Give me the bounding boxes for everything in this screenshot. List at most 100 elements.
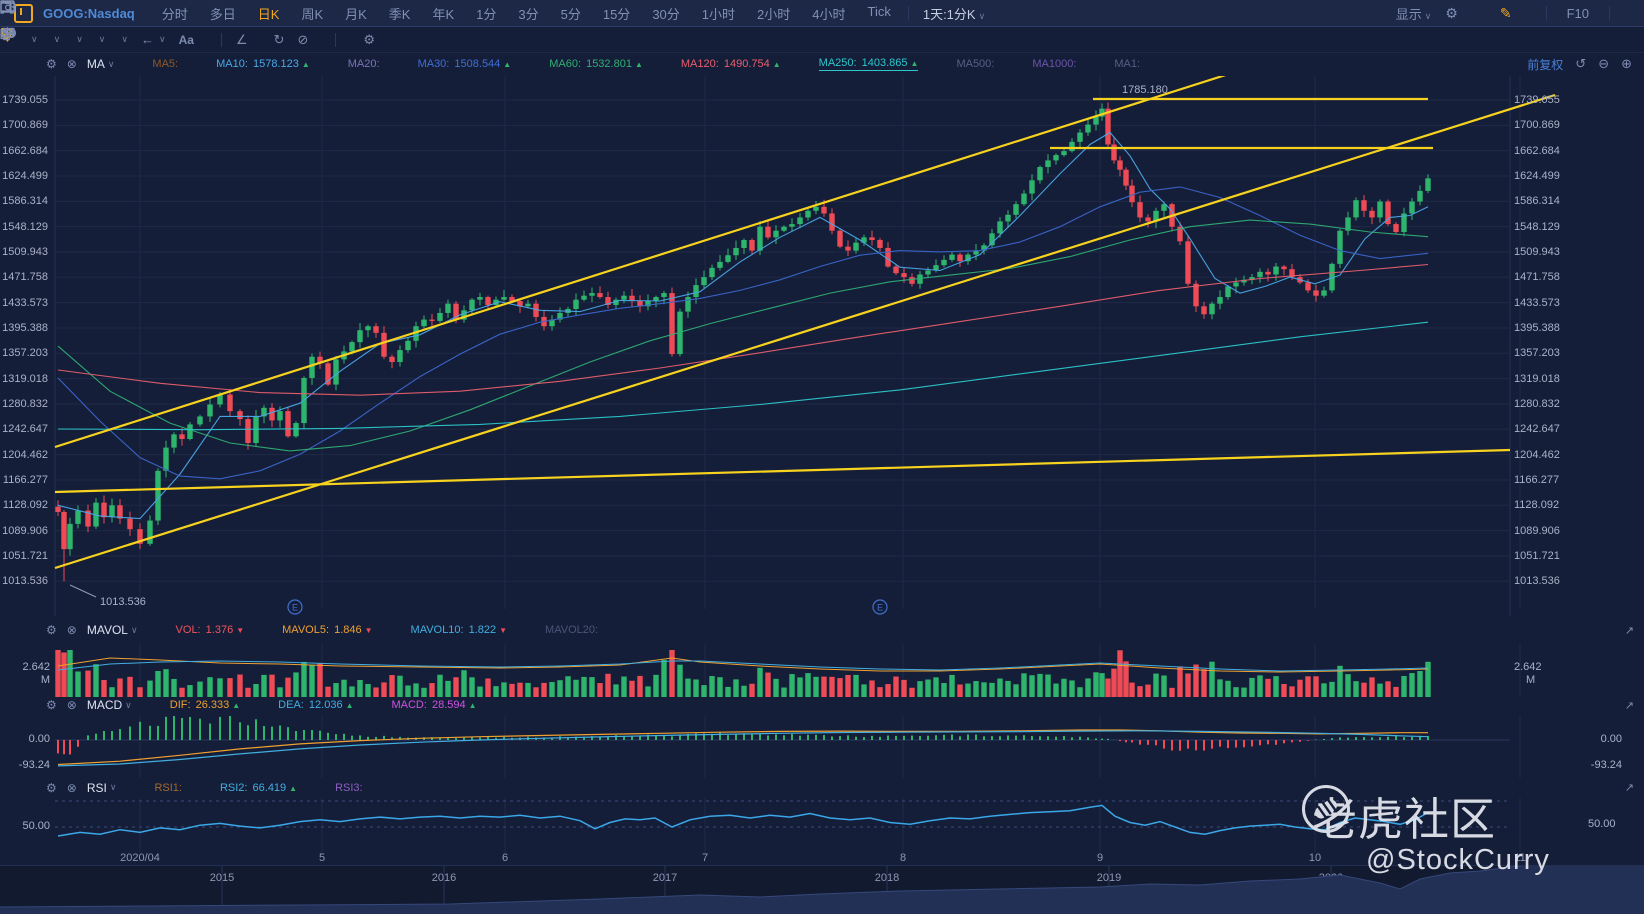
volume-pane[interactable] — [0, 644, 1644, 697]
fib-lines-tool-icon[interactable]: ∨ — [1, 28, 109, 45]
indicator-legend-item[interactable]: MA250: 1403.865 ▲ — [818, 57, 919, 71]
price-axis-label: 1204.462 — [1514, 448, 1560, 461]
price-axis-label: 1509.943 — [1514, 245, 1560, 258]
indicator-close-icon[interactable]: ⊗ — [67, 698, 77, 712]
divider — [907, 6, 909, 20]
indicator-legend-item[interactable]: MAVOL10: 1.822 ▼ — [411, 624, 508, 636]
price-axis-label: 1013.536 — [2, 575, 48, 588]
drawing-toolbar: ∨ ∨ ∨ ∨ ∨ ← ∨ Aa ∠ ↻ ⊘ ⚙ — [0, 27, 1644, 53]
indicator-close-icon[interactable]: ⊗ — [67, 623, 77, 637]
tab-年K[interactable]: 年K — [421, 4, 465, 23]
indicator-legend-item[interactable]: MA20: — [348, 58, 380, 70]
time-axis-label: 6 — [501, 852, 509, 864]
indicator-legend-item[interactable]: MA500: — [956, 58, 994, 70]
price-axis-label: 1357.203 — [1514, 347, 1560, 360]
indicator-settings-icon[interactable]: ⚙ — [46, 57, 57, 71]
indicator-settings-icon[interactable]: ⚙ — [46, 623, 57, 637]
tab-分时[interactable]: 分时 — [151, 4, 199, 23]
indicator-legend-item[interactable]: MA120: 1490.754 ▲ — [681, 58, 781, 70]
price-axis-label: 1548.129 — [1514, 220, 1560, 233]
price-axis-label: 1242.647 — [1514, 423, 1560, 436]
display-menu[interactable]: 显示 ∨ — [1396, 4, 1432, 23]
expand-pane-icon[interactable]: ↗ — [1625, 699, 1634, 712]
zoom-in-icon[interactable]: ⊕ — [1621, 56, 1632, 72]
top-toolbar: GOOG:Nasdaq 分时 多日 日K 周K 月K 季K 年K 1分 3分 5分 15分 30分 1小… — [0, 0, 1644, 27]
symbol-label[interactable]: GOOG:Nasdaq — [43, 6, 135, 21]
indicator-name[interactable]: MAVOL — [87, 623, 128, 637]
indicator-legend-item[interactable]: DEA: 12.036 ▲ — [278, 699, 353, 711]
chevron-down-icon: ∨ — [107, 58, 115, 69]
indicator-settings-icon[interactable]: ⚙ — [46, 698, 57, 712]
measure-tool-icon[interactable]: ∨ — [2, 27, 131, 45]
indicator-legend-item[interactable]: MA1000: — [1032, 58, 1076, 70]
indicator-legend-item[interactable]: DIF: 26.333 ▲ — [170, 699, 240, 711]
indicator-legend-item[interactable]: MA1: — [1114, 58, 1140, 70]
tab-周K[interactable]: 周K — [290, 4, 334, 23]
indicator-legend-item[interactable]: RSI1: — [154, 782, 182, 794]
tab-多日[interactable]: 多日 — [199, 4, 247, 23]
pane-axis-label: 2.642 — [1514, 661, 1542, 673]
indicator-legend-item[interactable]: RSI2: 66.419 ▲ — [220, 782, 297, 794]
pencil-icon[interactable]: ✎ — [1500, 5, 1512, 22]
indicator-name[interactable]: MACD — [87, 698, 122, 712]
undo-icon[interactable]: ↺ — [1575, 56, 1586, 72]
divider — [1609, 6, 1610, 20]
tab-4小时[interactable]: 4小时 — [801, 4, 856, 23]
indicator-legend-item[interactable]: MA10: 1578.123 ▲ — [216, 58, 310, 70]
price-axis-label: 1548.129 — [2, 220, 48, 233]
main-chart-pane[interactable]: 1013.536 1785.180 E E — [0, 76, 1644, 616]
arrow-left-tool-icon[interactable]: ← ∨ — [138, 32, 169, 47]
price-axis-label: 1128.092 — [2, 499, 48, 512]
tab-月K[interactable]: 月K — [334, 4, 378, 23]
indicator-legend-item[interactable]: MA5: — [152, 58, 178, 70]
tab-季K[interactable]: 季K — [378, 4, 422, 23]
gear-icon[interactable]: ⚙ — [1445, 5, 1458, 22]
indicator-legend-item[interactable]: MAVOL20: — [545, 624, 598, 636]
pane-axis-label: 0.00 — [28, 733, 50, 745]
price-axis-label: 1662.684 — [1514, 144, 1560, 157]
indicator-legend-item[interactable]: MACD: 28.594 ▲ — [391, 699, 476, 711]
tab-1分[interactable]: 1分 — [465, 4, 507, 23]
custom-period-selector[interactable]: 1天:1分K ∨ — [915, 4, 993, 23]
tab-日K[interactable]: 日K — [247, 4, 291, 23]
indicator-legend-item[interactable]: MA30: 1508.544 ▲ — [418, 58, 512, 70]
indicator-close-icon[interactable]: ⊗ — [67, 781, 77, 795]
continuous-draw-tool-icon[interactable]: ↻ — [271, 32, 288, 48]
price-axis-label: 1624.499 — [1514, 169, 1560, 182]
indicator-legend-item[interactable]: MA60: 1532.801 ▲ — [549, 58, 643, 70]
indicator-name[interactable]: RSI — [87, 781, 107, 795]
tab-Tick[interactable]: Tick — [856, 4, 901, 23]
price-axis-label: 1357.203 — [2, 347, 48, 360]
divider — [1545, 6, 1547, 20]
f10-button[interactable]: F10 — [1567, 6, 1589, 21]
line-segment-tool-icon[interactable]: ∨ — [0, 27, 41, 45]
indicator-close-icon[interactable]: ⊗ — [67, 57, 77, 71]
indicator-name[interactable]: MA — [87, 57, 105, 71]
text-tool-icon[interactable]: Aa — [176, 33, 197, 47]
macd-indicator-row: ⚙ ⊗ MACD ∨ DIF: 26.333 ▲ DEA: 12.036 ▲ MACD: 28.… — [0, 694, 1644, 716]
tab-3分[interactable]: 3分 — [507, 4, 549, 23]
tab-5分[interactable]: 5分 — [550, 4, 592, 23]
zoom-out-icon[interactable]: ⊖ — [1598, 56, 1609, 72]
angle-tool-icon[interactable]: ∠ — [233, 32, 251, 48]
mavol-indicator-row: ⚙ ⊗ MAVOL ∨ VOL: 1.376 ▼ MAVOL5: 1.846 ▼ MAVOL10… — [0, 617, 1644, 643]
indicator-legend-item[interactable]: RSI3: — [335, 782, 363, 794]
indicator-legend-item[interactable]: VOL: 1.376 ▼ — [176, 624, 245, 636]
shape-tool-icon[interactable]: ∨ — [0, 28, 64, 45]
tab-2小时[interactable]: 2小时 — [746, 4, 801, 23]
tab-15分[interactable]: 15分 — [592, 4, 641, 23]
wave-tool-icon[interactable]: ∨ — [0, 28, 86, 45]
tab-1小时[interactable]: 1小时 — [691, 4, 746, 23]
macd-pane[interactable] — [0, 716, 1644, 778]
divider — [335, 32, 337, 47]
time-axis-label: 8 — [899, 852, 907, 864]
drawing-settings-tool-icon[interactable]: ⚙ — [360, 32, 378, 48]
price-axis-label: 1166.277 — [1514, 473, 1560, 486]
tab-30分[interactable]: 30分 — [641, 4, 690, 23]
indicator-legend-item[interactable]: MAVOL5: 1.846 ▼ — [282, 624, 372, 636]
expand-pane-icon[interactable]: ↗ — [1625, 624, 1634, 637]
svg-text:E: E — [292, 603, 298, 613]
indicator-settings-icon[interactable]: ⚙ — [46, 781, 57, 795]
adjust-mode-link[interactable]: 前复权 — [1527, 56, 1563, 73]
hide-drawings-tool-icon[interactable]: ⊘ — [294, 32, 311, 48]
